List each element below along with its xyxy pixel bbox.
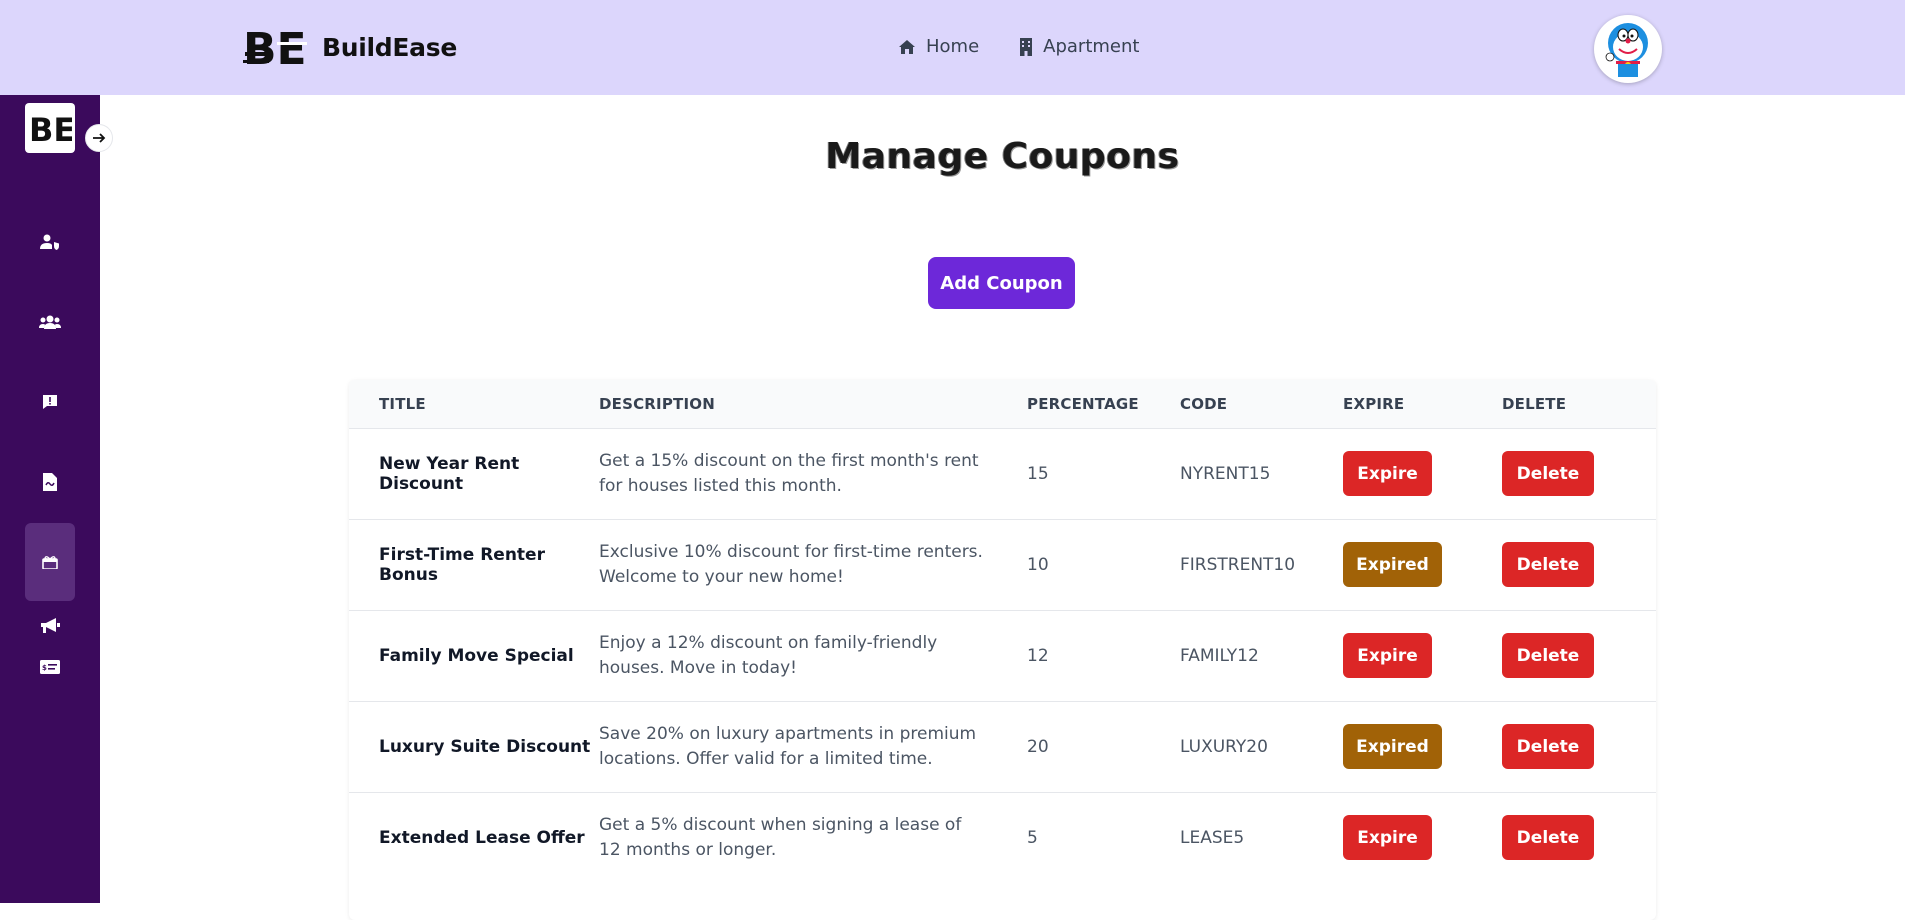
- coupon-description: Save 20% on luxury apartments in premium…: [599, 723, 977, 769]
- coupon-code: FIRSTRENT10: [1180, 554, 1296, 575]
- user-avatar[interactable]: [1594, 15, 1662, 83]
- table-header-row: TITLE DESCRIPTION PERCENTAGE CODE EXPIRE…: [349, 380, 1656, 428]
- user-shield-icon: [40, 234, 59, 250]
- sidebar-item-payments[interactable]: $: [25, 642, 75, 692]
- alert-message-icon: [43, 395, 57, 409]
- delete-cell: Delete: [1502, 610, 1656, 701]
- expired-button[interactable]: Expired: [1343, 542, 1442, 587]
- brand-name: BuildEase: [322, 32, 457, 62]
- nav-home[interactable]: Home: [898, 36, 979, 57]
- sidebar: BE $: [0, 95, 100, 903]
- delete-cell: Delete: [1502, 519, 1656, 610]
- expire-cell: Expire: [1343, 428, 1502, 519]
- sidebar-item-agreement-requests[interactable]: [25, 457, 75, 507]
- coupons-table: TITLE DESCRIPTION PERCENTAGE CODE EXPIRE…: [349, 380, 1656, 920]
- sidebar-item-members[interactable]: [25, 297, 75, 347]
- coupon-code: NYRENT15: [1180, 463, 1271, 484]
- brand[interactable]: BE BuildEase: [241, 22, 457, 72]
- delete-button[interactable]: Delete: [1502, 633, 1594, 678]
- coupon-percentage: 5: [1027, 827, 1038, 848]
- svg-text:BE: BE: [243, 24, 307, 72]
- page-title: Manage Coupons: [0, 136, 1905, 177]
- coupon-description: Get a 15% discount on the first month's …: [599, 450, 979, 496]
- sidebar-toggle-button[interactable]: [85, 124, 113, 152]
- expire-button[interactable]: Expire: [1343, 451, 1432, 496]
- table-row: First-Time Renter Bonus Exclusive 10% di…: [349, 519, 1656, 610]
- expire-cell: Expire: [1343, 792, 1502, 883]
- coupon-title: New Year Rent Discount: [379, 453, 520, 494]
- column-header-title: TITLE: [379, 394, 426, 413]
- coupon-title: First-Time Renter Bonus: [379, 544, 545, 585]
- coupon-percentage: 12: [1027, 645, 1049, 666]
- main-nav: Home Apartment: [898, 36, 1179, 57]
- delete-cell: Delete: [1502, 792, 1656, 883]
- page-title-text: Manage Coupons: [825, 136, 1180, 177]
- expire-cell: Expired: [1343, 701, 1502, 792]
- brand-logo-icon: BE: [243, 24, 307, 72]
- column-header-delete: DELETE: [1502, 394, 1567, 413]
- coupon-description: Exclusive 10% discount for first-time re…: [599, 541, 983, 587]
- coupon-code: LUXURY20: [1180, 736, 1268, 757]
- column-header-code: CODE: [1180, 394, 1228, 413]
- megaphone-icon: [41, 618, 60, 633]
- coupon-code: LEASE5: [1180, 827, 1245, 848]
- nav-home-label: Home: [926, 36, 980, 57]
- top-navbar: BE BuildEase Home Apartment: [0, 0, 1905, 95]
- coupon-code: FAMILY12: [1180, 645, 1259, 666]
- column-header-description: DESCRIPTION: [599, 394, 715, 413]
- file-invoice-icon: [43, 473, 57, 491]
- building-icon: [1020, 37, 1033, 56]
- sidebar-item-admin-profile[interactable]: [25, 217, 75, 267]
- expire-cell: Expire: [1343, 610, 1502, 701]
- avatar-character-icon: [1605, 23, 1648, 77]
- sidebar-item-announcement-messages[interactable]: [25, 377, 75, 427]
- coupon-percentage: 10: [1027, 554, 1049, 575]
- table-row: Family Move Special Enjoy a 12% discount…: [349, 610, 1656, 701]
- coupon-description: Enjoy a 12% discount on family-friendly …: [599, 632, 938, 678]
- delete-button[interactable]: Delete: [1502, 451, 1594, 496]
- expire-button[interactable]: Expire: [1343, 815, 1432, 861]
- money-check-icon: $: [40, 660, 60, 674]
- delete-button[interactable]: Delete: [1502, 724, 1594, 769]
- delete-button[interactable]: Delete: [1502, 815, 1594, 861]
- coupon-percentage: 20: [1027, 736, 1049, 757]
- nav-apartment[interactable]: Apartment: [1019, 36, 1139, 57]
- coupon-title: Family Move Special: [379, 645, 574, 666]
- table-row: New Year Rent Discount Get a 15% discoun…: [349, 428, 1656, 519]
- expired-button[interactable]: Expired: [1343, 724, 1442, 769]
- coupon-description: Get a 5% discount when signing a lease o…: [599, 814, 962, 860]
- table-row: Extended Lease Offer Get a 5% discount w…: [349, 792, 1656, 883]
- expire-button[interactable]: Expire: [1343, 633, 1432, 678]
- delete-cell: Delete: [1502, 428, 1656, 519]
- users-icon: [39, 315, 61, 329]
- coupon-title: Extended Lease Offer: [379, 827, 585, 848]
- delete-button[interactable]: Delete: [1502, 542, 1594, 587]
- coupon-percentage: 15: [1027, 463, 1049, 484]
- coupon-title: Luxury Suite Discount: [379, 736, 591, 757]
- gift-icon: [42, 556, 58, 569]
- table-row: Luxury Suite Discount Save 20% on luxury…: [349, 701, 1656, 792]
- add-coupon-button[interactable]: Add Coupon: [928, 257, 1075, 309]
- nav-apartment-label: Apartment: [1043, 36, 1140, 57]
- sidebar-item-manage-coupons[interactable]: [25, 523, 75, 601]
- home-icon: [899, 39, 915, 54]
- svg-text:$: $: [42, 664, 47, 672]
- expire-cell: Expired: [1343, 519, 1502, 610]
- delete-cell: Delete: [1502, 701, 1656, 792]
- column-header-percentage: PERCENTAGE: [1027, 394, 1139, 413]
- arrow-right-icon: [93, 133, 106, 143]
- column-header-expire: EXPIRE: [1343, 394, 1405, 413]
